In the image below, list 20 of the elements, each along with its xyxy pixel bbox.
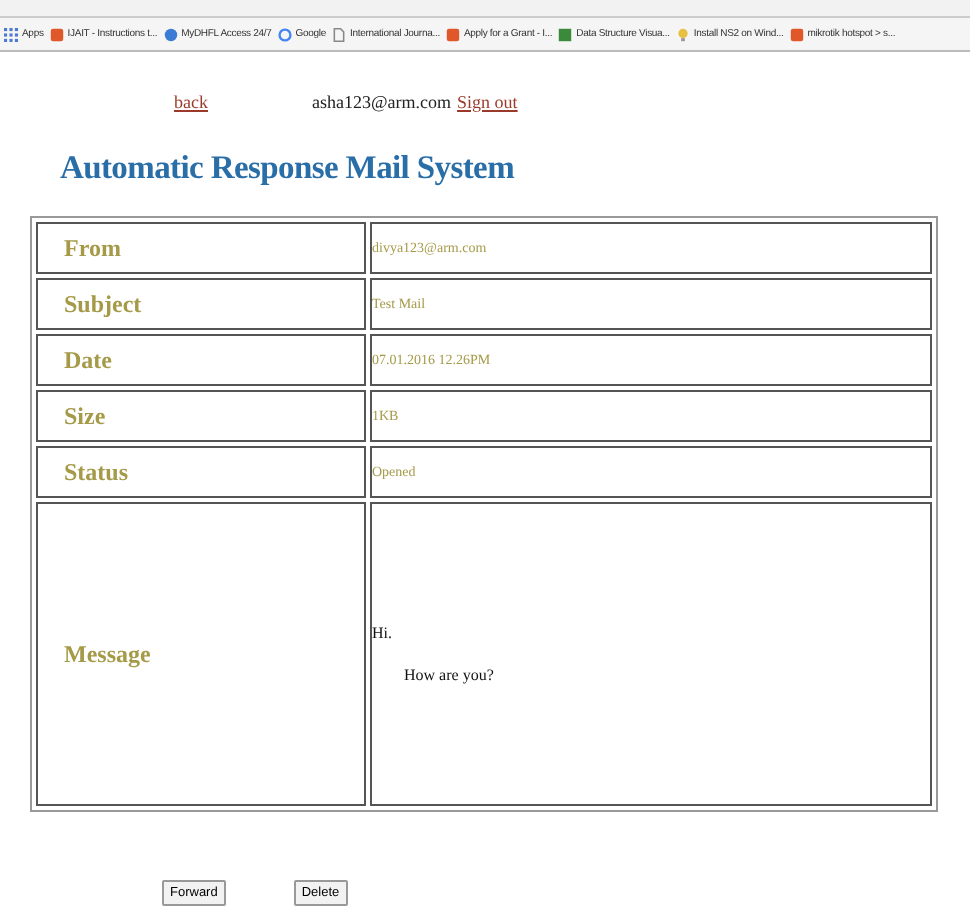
square-icon — [789, 27, 804, 41]
field-label: Subject — [36, 278, 366, 330]
back-link[interactable]: back — [174, 92, 208, 112]
field-label: Size — [36, 390, 366, 442]
field-label: Date — [36, 334, 366, 386]
field-label: Message — [36, 502, 366, 806]
bulb-icon — [675, 27, 690, 41]
user-email: asha123@arm.com — [312, 92, 452, 112]
circle-icon — [277, 27, 292, 41]
globe-icon — [163, 27, 178, 41]
square-icon — [49, 27, 64, 41]
message-body: Hi. How are you? — [370, 502, 932, 806]
apps-grid-icon — [4, 27, 18, 41]
square-icon — [558, 27, 573, 41]
page-title: Automatic Response Mail System — [60, 148, 517, 188]
field-label: Status — [36, 446, 366, 498]
square-icon — [445, 27, 460, 41]
page-icon — [332, 27, 347, 41]
sign-out-link[interactable]: Sign out — [457, 92, 518, 112]
field-label: From — [36, 222, 366, 274]
